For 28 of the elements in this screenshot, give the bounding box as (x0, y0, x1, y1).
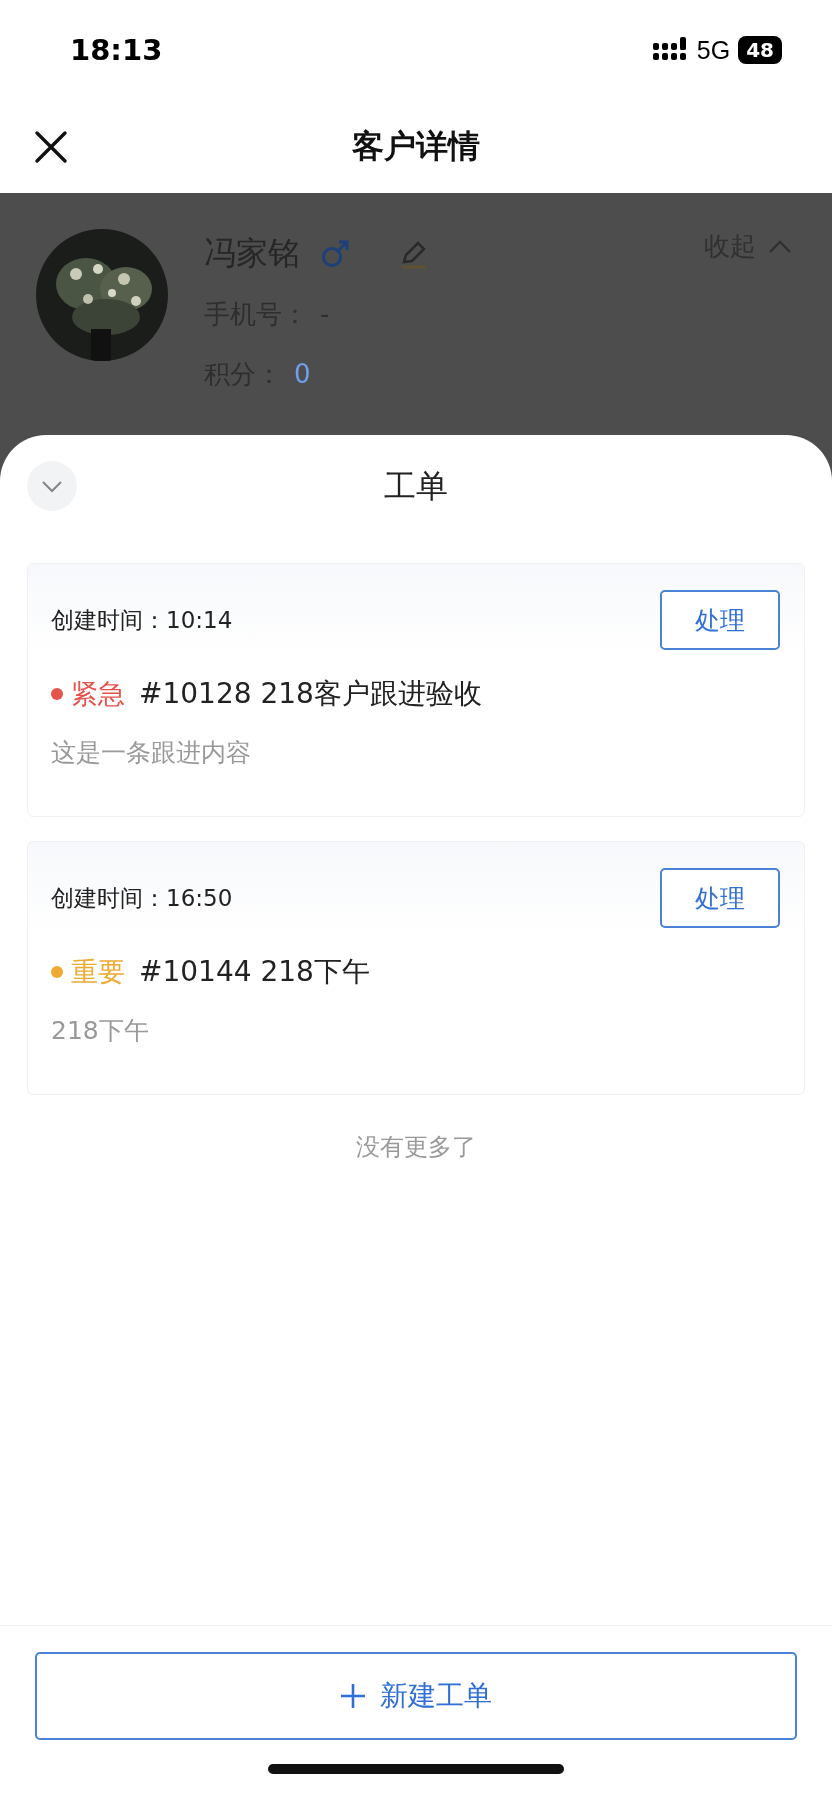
sheet-title: 工单 (384, 466, 448, 507)
field-value[interactable]: 0 (294, 359, 311, 389)
collapse-sheet-button[interactable] (27, 461, 77, 511)
created-time: 创建时间：10:14 (51, 605, 233, 635)
priority-label: 紧急 (71, 677, 125, 711)
order-title: #10144 218下午 (139, 954, 370, 990)
order-content: 218下午 (51, 1015, 150, 1047)
end-of-list-text: 没有更多了 (356, 1132, 476, 1163)
status-time: 18:13 (70, 33, 163, 67)
handle-button[interactable]: 处理 (660, 868, 780, 928)
chevron-down-icon (41, 479, 63, 493)
priority-label: 重要 (71, 955, 125, 989)
close-icon[interactable] (34, 130, 68, 164)
battery-level: 48 (738, 36, 782, 64)
created-time: 创建时间：16:50 (51, 883, 233, 913)
field-value: - (320, 299, 330, 329)
order-title: #10128 218客户跟进验收 (139, 676, 482, 712)
male-icon (320, 239, 350, 269)
signal-icon (652, 37, 689, 63)
chevron-up-icon (768, 239, 792, 254)
order-card[interactable]: 创建时间：10:14 处理 紧急 #10128 218客户跟进验收 这是一条跟进内容 (27, 563, 805, 817)
handle-button[interactable]: 处理 (660, 590, 780, 650)
new-order-button[interactable]: 新建工单 (35, 1652, 797, 1740)
page-title: 客户详情 (352, 125, 480, 167)
plus-icon (340, 1683, 366, 1709)
order-card[interactable]: 创建时间：16:50 处理 重要 #10144 218下午 218下午 (27, 841, 805, 1095)
order-content: 这是一条跟进内容 (51, 737, 252, 769)
network-label: 5G (696, 35, 731, 65)
